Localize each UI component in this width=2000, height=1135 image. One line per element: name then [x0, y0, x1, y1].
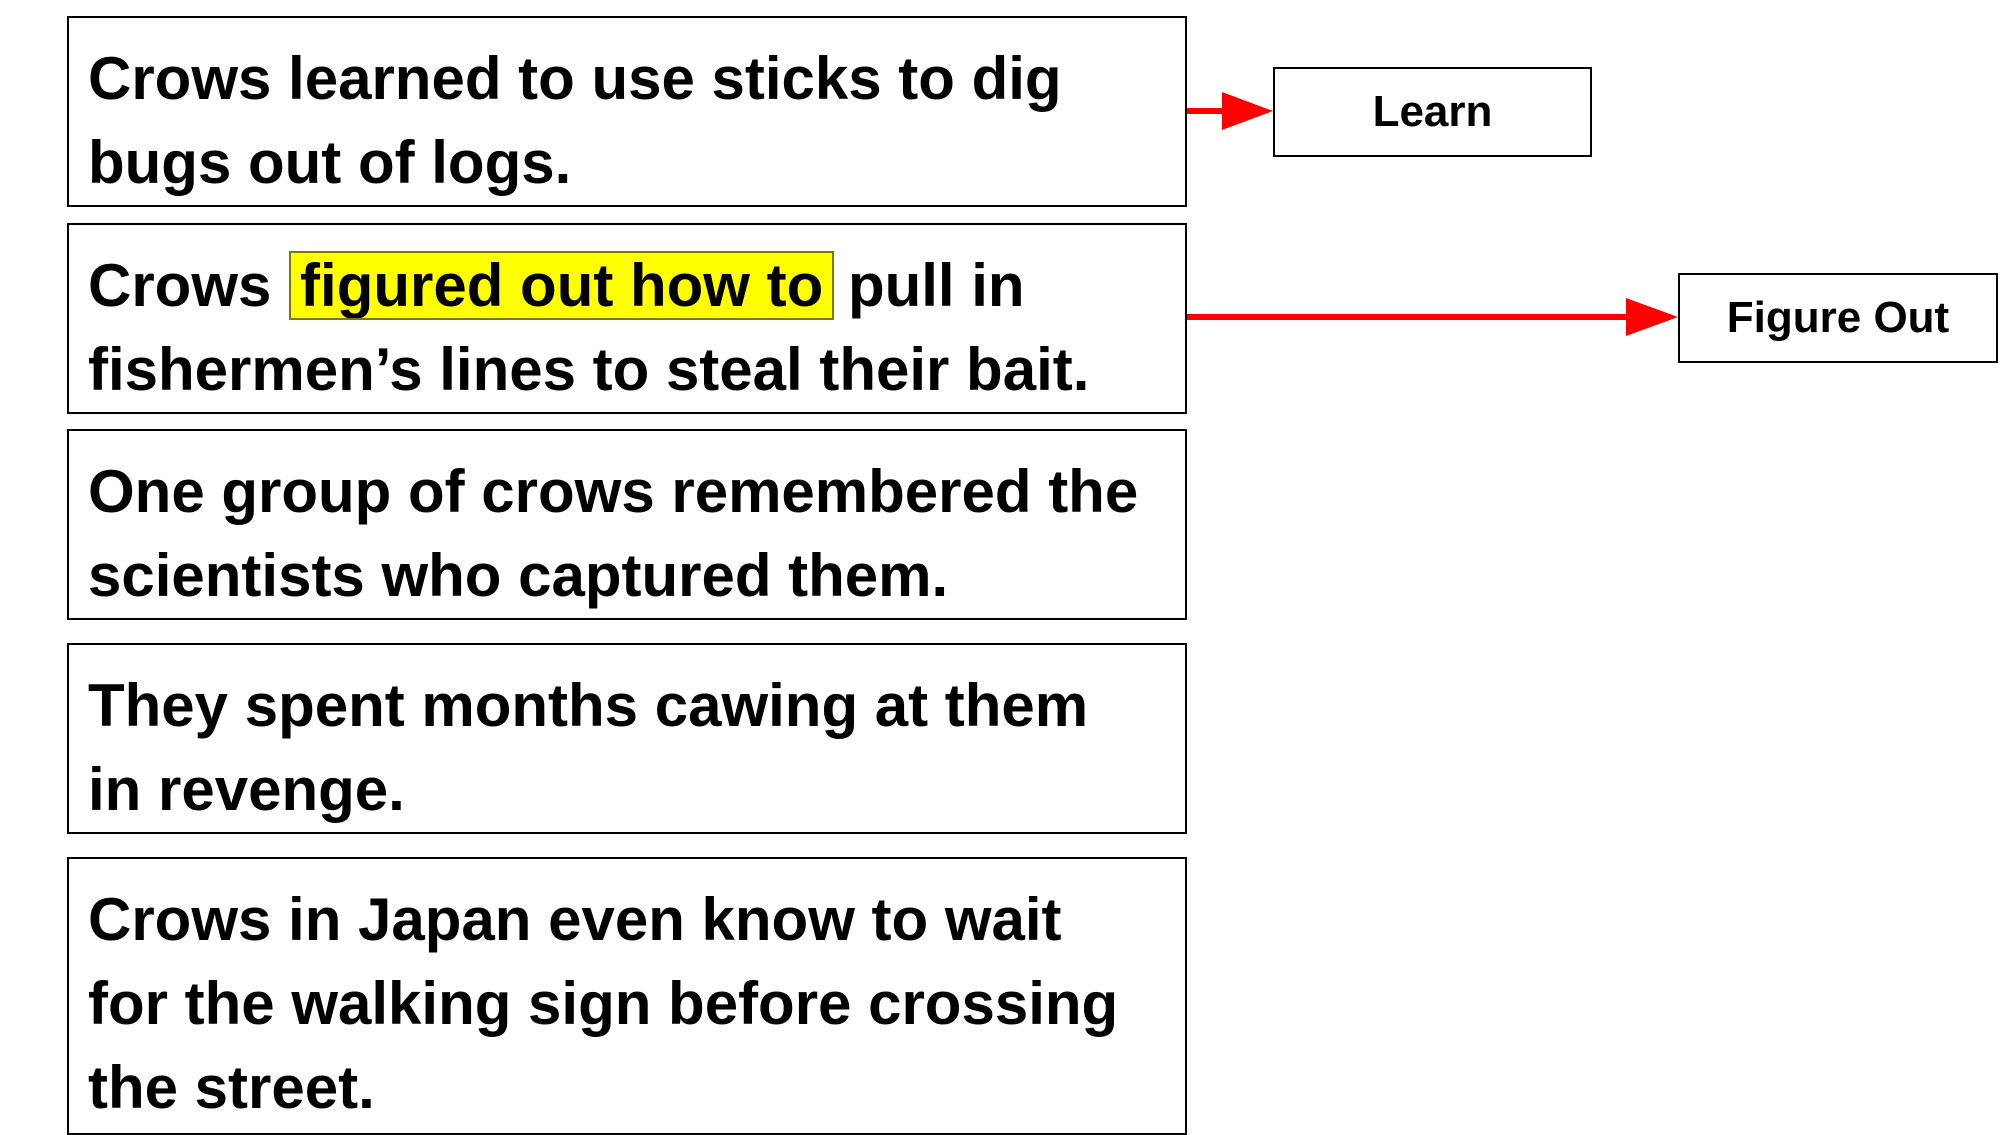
- sentence-5-line-2: for the walking sign before crossing: [88, 970, 1119, 1037]
- sentence-4-line-2: in revenge.: [88, 756, 405, 823]
- sentence-box-2: Crows figured out how to pull in fisherm…: [67, 223, 1187, 414]
- sentence-2-before-highlight: Crows: [88, 252, 272, 319]
- sentence-2-after-highlight: pull in: [847, 252, 1025, 319]
- sentence-4-line-1: They spent months cawing at them: [88, 672, 1089, 739]
- sentence-1-line-1: Crows learned to use sticks to dig: [88, 45, 1062, 112]
- arrow-to-learn: [1187, 92, 1273, 130]
- arrow-to-figure-out: [1187, 298, 1678, 336]
- sentence-box-3: One group of crows remembered the scient…: [67, 429, 1187, 620]
- sentence-1-line-2: bugs out of logs.: [88, 129, 572, 196]
- sentence-box-1: Crows learned to use sticks to dig bugs …: [67, 16, 1187, 207]
- arrowhead-learn: [1222, 92, 1273, 130]
- label-learn: Learn: [1273, 67, 1592, 157]
- sentence-5-line-3: the street.: [88, 1054, 375, 1121]
- sentence-5-line-1: Crows in Japan even know to wait: [88, 886, 1062, 953]
- highlighted-phrase: figured out how to: [289, 251, 835, 320]
- sentence-2-line-2: fishermen’s lines to steal their bait.: [88, 336, 1090, 403]
- sentence-box-4: They spent months cawing at them in reve…: [67, 643, 1187, 834]
- sentence-box-5: Crows in Japan even know to wait for the…: [67, 857, 1187, 1135]
- sentence-3-line-2: scientists who captured them.: [88, 542, 949, 609]
- sentence-3-line-1: One group of crows remembered the: [88, 458, 1139, 525]
- label-figure-out: Figure Out: [1678, 273, 1998, 363]
- arrowhead-figure-out: [1626, 298, 1678, 336]
- sentence-2-line-1: Crows figured out how to pull in: [88, 244, 1165, 328]
